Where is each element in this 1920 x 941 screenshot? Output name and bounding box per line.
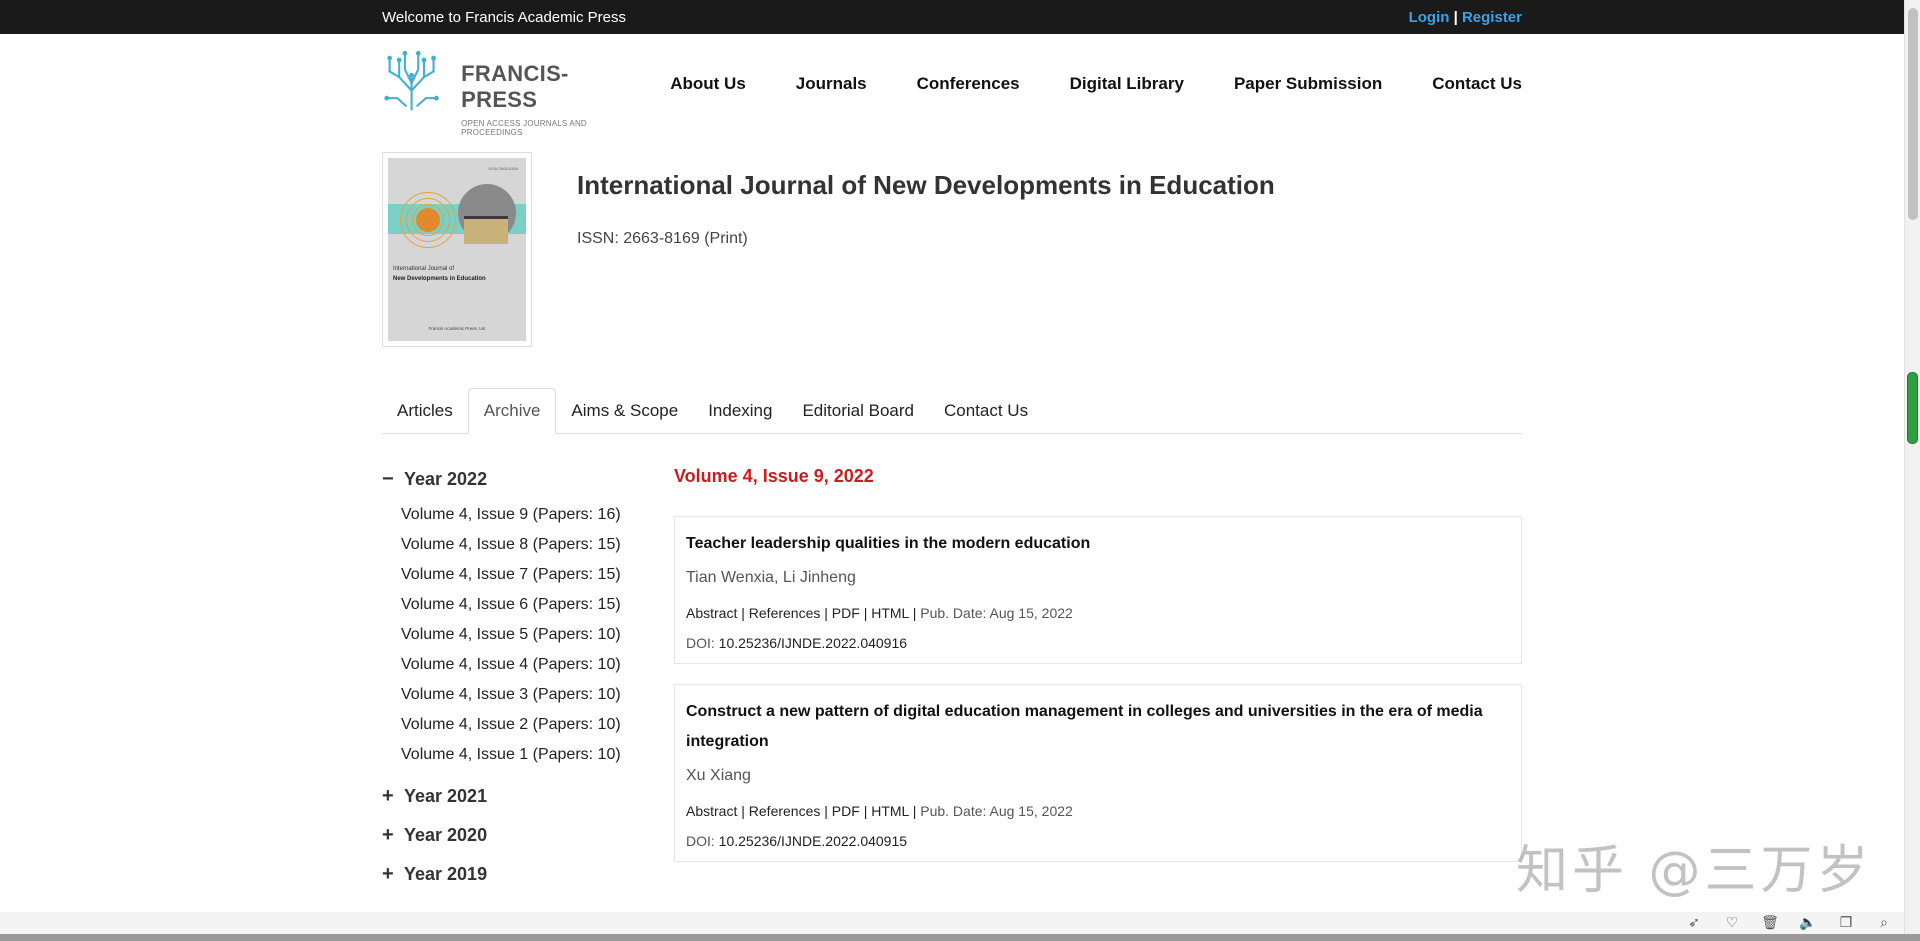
year-2022-toggle[interactable]: − Year 2022 [382,466,642,492]
plus-icon: + [382,862,394,885]
top-bar: Welcome to Francis Academic Press Login … [0,0,1904,34]
cover-publisher: Francis Academic Press, UK [428,326,486,331]
tab-indexing[interactable]: Indexing [693,388,787,434]
nav-conferences[interactable]: Conferences [917,74,1020,94]
logo-name: FRANCIS-PRESS [461,61,569,112]
abstract-link[interactable]: Abstract [686,803,737,819]
abstract-link[interactable]: Abstract [686,605,737,621]
site-header: FRANCIS-PRESS OPEN ACCESS JOURNALS AND P… [382,34,1522,137]
pub-date: Pub. Date: Aug 15, 2022 [920,803,1073,819]
html-link[interactable]: HTML [871,605,909,621]
article-doi: DOI: 10.25236/IJNDE.2022.040915 [686,833,1510,849]
tree-logo-icon [384,50,439,111]
tab-articles[interactable]: Articles [382,388,468,434]
scroll-marker [1907,372,1918,444]
nav-digital-library[interactable]: Digital Library [1070,74,1184,94]
pdf-link[interactable]: PDF [832,803,860,819]
article-authors: Xu Xiang [686,767,751,784]
heart-icon[interactable]: ♡ [1722,914,1742,931]
site-logo[interactable]: FRANCIS-PRESS OPEN ACCESS JOURNALS AND P… [382,47,642,137]
trash-icon[interactable]: 🗑 [1760,914,1780,931]
pub-date: Pub. Date: Aug 15, 2022 [920,605,1073,621]
main-nav: About Us Journals Conferences Digital Li… [620,74,1522,94]
welcome-text: Welcome to Francis Academic Press [382,8,626,26]
html-link[interactable]: HTML [871,803,909,819]
login-link[interactable]: Login [1409,9,1450,26]
tab-aims-scope[interactable]: Aims & Scope [556,388,693,434]
year-label: Year 2021 [404,785,488,806]
plus-icon: + [382,784,394,807]
logo-tagline: OPEN ACCESS JOURNALS AND PROCEEDINGS [461,119,587,137]
minus-icon: − [382,467,394,490]
cover-issn: ISSN 2663-8169 [488,166,518,171]
references-link[interactable]: References [749,605,821,621]
auth-links: Login | Register [1409,9,1522,26]
doi-link[interactable]: 10.25236/IJNDE.2022.040915 [719,833,907,849]
year-2021-toggle[interactable]: + Year 2021 [382,783,642,809]
plus-icon: + [382,823,394,846]
year-label: Year 2022 [404,468,488,489]
issue-link-8[interactable]: Volume 4, Issue 8 (Papers: 15) [382,530,642,560]
journal-info: ISSN 2663-8169 International Journal of … [382,152,1522,348]
bottom-edge [0,934,1920,941]
search-icon[interactable]: ⌕ [1874,914,1894,931]
tab-editorial-board[interactable]: Editorial Board [787,388,929,434]
issue-link-7[interactable]: Volume 4, Issue 7 (Papers: 15) [382,560,642,590]
article-links: Abstract | References | PDF | HTML | Pub… [686,803,1073,819]
issue-link-4[interactable]: Volume 4, Issue 4 (Papers: 10) [382,650,642,680]
issue-link-3[interactable]: Volume 4, Issue 3 (Papers: 10) [382,680,642,710]
issue-link-1[interactable]: Volume 4, Issue 1 (Papers: 10) [382,740,642,770]
tab-contact-us[interactable]: Contact Us [929,388,1043,434]
year-2019-toggle[interactable]: + Year 2019 [382,861,642,887]
nav-about-us[interactable]: About Us [670,74,746,94]
nav-contact-us[interactable]: Contact Us [1432,74,1522,94]
doi-label: DOI: [686,635,715,651]
rocket-icon[interactable]: ➶ [1684,914,1704,931]
pdf-link[interactable]: PDF [832,605,860,621]
journal-cover: ISSN 2663-8169 International Journal of … [382,152,532,347]
article-doi: DOI: 10.25236/IJNDE.2022.040916 [686,635,1510,651]
window-icon[interactable]: ❐ [1836,914,1856,931]
article-list: Volume 4, Issue 9, 2022 Teacher leadersh… [674,466,1522,862]
article-title-link[interactable]: Construct a new pattern of digital educa… [686,697,1510,757]
references-link[interactable]: References [749,803,821,819]
issue-heading: Volume 4, Issue 9, 2022 [674,466,874,486]
year-2020-toggle[interactable]: + Year 2020 [382,822,642,848]
doi-label: DOI: [686,833,715,849]
article-links: Abstract | References | PDF | HTML | Pub… [686,605,1073,621]
register-link[interactable]: Register [1462,9,1522,26]
archive-sidebar: − Year 2022 Volume 4, Issue 9 (Papers: 1… [382,466,642,887]
cover-title-line1: International Journal of [393,266,455,272]
journal-issn: ISSN: 2663-8169 (Print) [577,230,748,247]
page-scrollbar[interactable] [1904,0,1920,941]
year-label: Year 2019 [404,863,488,884]
year-label: Year 2020 [404,824,488,845]
journal-tabs: Articles Archive Aims & Scope Indexing E… [382,388,1522,434]
issue-link-9[interactable]: Volume 4, Issue 9 (Papers: 16) [382,500,642,530]
nav-paper-submission[interactable]: Paper Submission [1234,74,1382,94]
tab-archive[interactable]: Archive [467,388,557,434]
cover-title-line2: New Developments in Education [393,276,486,282]
article-authors: Tian Wenxia, Li Jinheng [686,569,856,586]
article-card: Teacher leadership qualities in the mode… [674,516,1522,664]
zhihu-watermark: 知乎 @三万岁 [1516,841,1873,901]
doi-link[interactable]: 10.25236/IJNDE.2022.040916 [719,635,907,651]
journal-title: International Journal of New Development… [577,170,1275,200]
issue-link-2[interactable]: Volume 4, Issue 2 (Papers: 10) [382,710,642,740]
auth-separator: | [1453,8,1458,26]
nav-journals[interactable]: Journals [796,74,867,94]
issue-link-5[interactable]: Volume 4, Issue 5 (Papers: 10) [382,620,642,650]
speaker-icon[interactable]: 🔈 [1798,914,1818,931]
article-title-link[interactable]: Teacher leadership qualities in the mode… [686,529,1510,559]
issue-link-6[interactable]: Volume 4, Issue 6 (Papers: 15) [382,590,642,620]
article-card: Construct a new pattern of digital educa… [674,684,1522,862]
browser-status-bar: ➶ ♡ 🗑 🔈 ❐ ⌕ [0,912,1904,934]
scroll-thumb[interactable] [1908,8,1918,220]
